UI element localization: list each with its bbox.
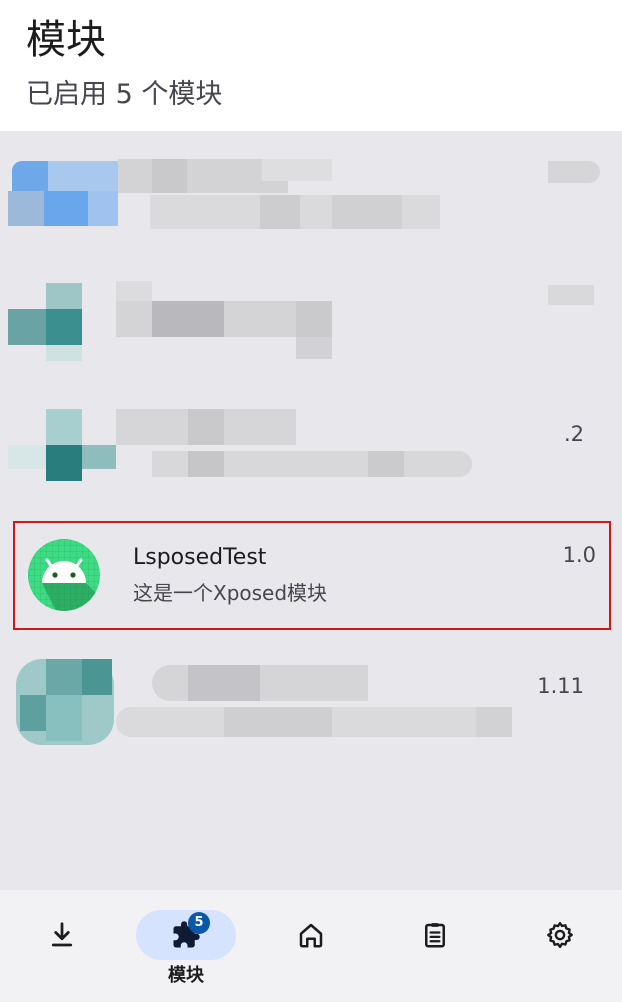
nav-pill: [510, 910, 610, 960]
nav-item-logs[interactable]: [373, 890, 497, 1002]
bottom-navigation-bar: 5 模块: [0, 890, 622, 1002]
nav-pill: [385, 910, 485, 960]
module-description: 这是一个Xposed模块: [133, 581, 328, 605]
nav-item-modules[interactable]: 5 模块: [124, 890, 248, 1002]
page-title: 模块: [26, 17, 106, 63]
nav-pill: [261, 910, 361, 960]
nav-item-download[interactable]: [0, 890, 124, 1002]
top-app-bar: 模块 已启用 5 个模块: [0, 0, 622, 131]
gear-icon: [547, 921, 573, 949]
app-root: 模块 已启用 5 个模块 .2 1.11 LsposedTest 这是一个Xpo…: [0, 0, 622, 1002]
module-item-lsposedtest[interactable]: LsposedTest 这是一个Xposed模块 1.0: [13, 521, 611, 630]
module-count-badge: 5: [188, 912, 210, 934]
download-icon: [51, 922, 73, 947]
module-list[interactable]: .2 1.11: [0, 131, 622, 890]
module-version: 1.11: [537, 674, 584, 698]
android-icon: [28, 539, 100, 611]
module-item-blurred-2[interactable]: [0, 271, 622, 397]
nav-label-modules: 模块: [168, 965, 204, 986]
nav-pill-active: 5: [136, 910, 236, 960]
clipboard-icon: [425, 923, 445, 948]
nav-item-home[interactable]: [249, 890, 373, 1002]
module-item-blurred-4[interactable]: 1.11: [0, 645, 622, 771]
nav-pill: [12, 910, 112, 960]
module-version: .2: [563, 422, 584, 446]
home-icon: [299, 923, 323, 948]
nav-item-settings[interactable]: [498, 890, 622, 1002]
module-item-blurred-3[interactable]: .2: [0, 393, 622, 519]
enabled-count-subtitle: 已启用 5 个模块: [26, 79, 223, 110]
module-name: LsposedTest: [133, 545, 267, 570]
module-version: 1.0: [562, 543, 596, 567]
module-item-blurred-1[interactable]: [0, 145, 622, 271]
